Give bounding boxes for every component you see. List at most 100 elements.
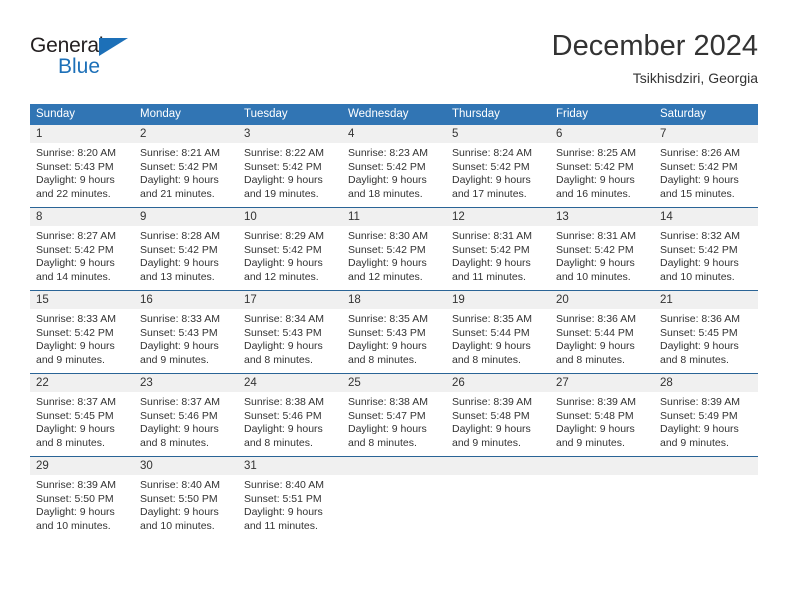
calendar-day-cell[interactable]: 13 Sunrise: 8:31 AM Sunset: 5:42 PM Dayligh… [550, 207, 654, 291]
day-sunrise-text: Sunrise: 8:33 AM [140, 313, 220, 325]
day-daylight2-text: and 9 minutes. [140, 353, 209, 366]
day-details: Sunrise: 8:38 AM Sunset: 5:46 PM Daylight:… [238, 392, 342, 450]
page-title: December 2024 [551, 30, 758, 62]
day-details: Sunrise: 8:24 AM Sunset: 5:42 PM Daylight:… [446, 143, 550, 201]
calendar-day-cell[interactable]: 31 Sunrise: 8:40 AM Sunset: 5:51 PM Dayligh… [238, 456, 342, 539]
day-number: 27 [550, 374, 654, 392]
day-details: Sunrise: 8:31 AM Sunset: 5:42 PM Daylight:… [446, 226, 550, 284]
calendar-day-cell[interactable]: 29 Sunrise: 8:39 AM Sunset: 5:50 PM Dayligh… [30, 456, 134, 539]
weekday-header-tuesday: Tuesday [238, 104, 342, 125]
day-daylight2-text: and 17 minutes. [452, 187, 527, 200]
day-sunrise-text: Sunrise: 8:27 AM [36, 230, 116, 242]
day-cell-inner [654, 457, 758, 539]
calendar-day-cell[interactable]: 16 Sunrise: 8:33 AM Sunset: 5:43 PM Dayligh… [134, 290, 238, 374]
day-daylight2-text: and 8 minutes. [348, 436, 417, 449]
calendar-day-cell[interactable]: 26 Sunrise: 8:39 AM Sunset: 5:48 PM Dayligh… [446, 373, 550, 457]
day-details: Sunrise: 8:23 AM Sunset: 5:42 PM Daylight:… [342, 143, 446, 201]
day-daylight1-text: Daylight: 9 hours [140, 340, 219, 353]
calendar-day-cell-empty [342, 456, 446, 539]
day-details: Sunrise: 8:33 AM Sunset: 5:42 PM Daylight:… [30, 309, 134, 367]
day-cell-inner: 25 Sunrise: 8:38 AM Sunset: 5:47 PM Dayligh… [342, 374, 446, 456]
day-cell-inner: 1 Sunrise: 8:20 AM Sunset: 5:43 PM Daylight… [30, 125, 134, 207]
calendar-day-cell[interactable]: 18 Sunrise: 8:35 AM Sunset: 5:43 PM Dayligh… [342, 290, 446, 374]
day-daylight2-text: and 21 minutes. [140, 187, 215, 200]
day-cell-inner: 27 Sunrise: 8:39 AM Sunset: 5:48 PM Dayligh… [550, 374, 654, 456]
day-details: Sunrise: 8:27 AM Sunset: 5:42 PM Daylight:… [30, 226, 134, 284]
calendar-table: Sunday Monday Tuesday Wednesday Thursday Frid… [30, 104, 758, 539]
page-header: General Blue December 2024 Tsikhisdziri,… [30, 28, 758, 94]
day-sunset-text: Sunset: 5:42 PM [556, 160, 634, 173]
day-number [342, 457, 446, 475]
day-daylight2-text: and 10 minutes. [660, 270, 735, 283]
day-number: 13 [550, 208, 654, 226]
calendar-day-cell[interactable]: 14 Sunrise: 8:32 AM Sunset: 5:42 PM Dayligh… [654, 207, 758, 291]
day-details: Sunrise: 8:30 AM Sunset: 5:42 PM Daylight:… [342, 226, 446, 284]
day-details: Sunrise: 8:28 AM Sunset: 5:42 PM Daylight:… [134, 226, 238, 284]
day-details: Sunrise: 8:35 AM Sunset: 5:44 PM Daylight:… [446, 309, 550, 367]
day-number: 25 [342, 374, 446, 392]
day-sunset-text: Sunset: 5:43 PM [244, 326, 322, 339]
day-daylight1-text: Daylight: 9 hours [140, 423, 219, 436]
day-number: 16 [134, 291, 238, 309]
day-daylight2-text: and 19 minutes. [244, 187, 319, 200]
calendar-day-cell[interactable]: 28 Sunrise: 8:39 AM Sunset: 5:49 PM Dayligh… [654, 373, 758, 457]
day-details: Sunrise: 8:32 AM Sunset: 5:42 PM Daylight:… [654, 226, 758, 284]
calendar-day-cell[interactable]: 27 Sunrise: 8:39 AM Sunset: 5:48 PM Dayligh… [550, 373, 654, 457]
day-sunset-text: Sunset: 5:49 PM [660, 409, 738, 422]
calendar-week-row: 8 Sunrise: 8:27 AM Sunset: 5:42 PM Daylight… [30, 207, 758, 291]
day-daylight1-text: Daylight: 9 hours [452, 257, 531, 270]
calendar-head: Sunday Monday Tuesday Wednesday Thursday Frid… [30, 104, 758, 125]
calendar-day-cell[interactable]: 2 Sunrise: 8:21 AM Sunset: 5:42 PM Daylight… [134, 125, 238, 208]
calendar-day-cell[interactable]: 5 Sunrise: 8:24 AM Sunset: 5:42 PM Daylight… [446, 125, 550, 208]
general-blue-logo[interactable]: General Blue [30, 34, 150, 90]
calendar-day-cell[interactable]: 11 Sunrise: 8:30 AM Sunset: 5:42 PM Dayligh… [342, 207, 446, 291]
day-daylight2-text: and 9 minutes. [36, 353, 105, 366]
day-sunset-text: Sunset: 5:42 PM [348, 243, 426, 256]
weekday-header-row: Sunday Monday Tuesday Wednesday Thursday Frid… [30, 104, 758, 125]
calendar-day-cell[interactable]: 1 Sunrise: 8:20 AM Sunset: 5:43 PM Daylight… [30, 125, 134, 208]
day-cell-inner: 31 Sunrise: 8:40 AM Sunset: 5:51 PM Dayligh… [238, 457, 342, 539]
calendar-day-cell[interactable]: 21 Sunrise: 8:36 AM Sunset: 5:45 PM Dayligh… [654, 290, 758, 374]
day-daylight2-text: and 8 minutes. [556, 353, 625, 366]
day-number: 5 [446, 125, 550, 143]
day-daylight1-text: Daylight: 9 hours [660, 423, 739, 436]
day-sunset-text: Sunset: 5:48 PM [556, 409, 634, 422]
calendar-day-cell[interactable]: 7 Sunrise: 8:26 AM Sunset: 5:42 PM Daylight… [654, 125, 758, 208]
day-number: 21 [654, 291, 758, 309]
calendar-day-cell[interactable]: 23 Sunrise: 8:37 AM Sunset: 5:46 PM Dayligh… [134, 373, 238, 457]
day-daylight1-text: Daylight: 9 hours [556, 423, 635, 436]
day-daylight1-text: Daylight: 9 hours [452, 340, 531, 353]
day-number: 6 [550, 125, 654, 143]
calendar-day-cell[interactable]: 30 Sunrise: 8:40 AM Sunset: 5:50 PM Dayligh… [134, 456, 238, 539]
calendar-day-cell[interactable]: 24 Sunrise: 8:38 AM Sunset: 5:46 PM Dayligh… [238, 373, 342, 457]
weekday-header-monday: Monday [134, 104, 238, 125]
calendar-page: General Blue December 2024 Tsikhisdziri,… [0, 0, 792, 612]
day-cell-inner [342, 457, 446, 539]
calendar-day-cell[interactable]: 3 Sunrise: 8:22 AM Sunset: 5:42 PM Daylight… [238, 125, 342, 208]
calendar-day-cell[interactable]: 19 Sunrise: 8:35 AM Sunset: 5:44 PM Dayligh… [446, 290, 550, 374]
day-number: 24 [238, 374, 342, 392]
day-cell-inner: 3 Sunrise: 8:22 AM Sunset: 5:42 PM Daylight… [238, 125, 342, 207]
calendar-day-cell[interactable]: 8 Sunrise: 8:27 AM Sunset: 5:42 PM Daylight… [30, 207, 134, 291]
day-daylight2-text: and 18 minutes. [348, 187, 423, 200]
calendar-day-cell[interactable]: 6 Sunrise: 8:25 AM Sunset: 5:42 PM Daylight… [550, 125, 654, 208]
calendar-day-cell[interactable]: 12 Sunrise: 8:31 AM Sunset: 5:42 PM Dayligh… [446, 207, 550, 291]
day-sunrise-text: Sunrise: 8:26 AM [660, 147, 740, 159]
day-daylight1-text: Daylight: 9 hours [36, 174, 115, 187]
calendar-day-cell[interactable]: 25 Sunrise: 8:38 AM Sunset: 5:47 PM Dayligh… [342, 373, 446, 457]
day-cell-inner: 29 Sunrise: 8:39 AM Sunset: 5:50 PM Dayligh… [30, 457, 134, 539]
day-sunrise-text: Sunrise: 8:40 AM [140, 479, 220, 491]
calendar-day-cell[interactable]: 20 Sunrise: 8:36 AM Sunset: 5:44 PM Dayligh… [550, 290, 654, 374]
day-number: 10 [238, 208, 342, 226]
day-sunrise-text: Sunrise: 8:35 AM [452, 313, 532, 325]
calendar-day-cell[interactable]: 17 Sunrise: 8:34 AM Sunset: 5:43 PM Dayligh… [238, 290, 342, 374]
day-daylight2-text: and 10 minutes. [556, 270, 631, 283]
day-details: Sunrise: 8:36 AM Sunset: 5:45 PM Daylight:… [654, 309, 758, 367]
calendar-day-cell[interactable]: 22 Sunrise: 8:37 AM Sunset: 5:45 PM Dayligh… [30, 373, 134, 457]
calendar-day-cell[interactable]: 10 Sunrise: 8:29 AM Sunset: 5:42 PM Dayligh… [238, 207, 342, 291]
calendar-day-cell[interactable]: 15 Sunrise: 8:33 AM Sunset: 5:42 PM Dayligh… [30, 290, 134, 374]
day-sunrise-text: Sunrise: 8:20 AM [36, 147, 116, 159]
day-daylight1-text: Daylight: 9 hours [244, 506, 323, 519]
calendar-day-cell[interactable]: 4 Sunrise: 8:23 AM Sunset: 5:42 PM Daylight… [342, 125, 446, 208]
calendar-day-cell[interactable]: 9 Sunrise: 8:28 AM Sunset: 5:42 PM Daylight… [134, 207, 238, 291]
